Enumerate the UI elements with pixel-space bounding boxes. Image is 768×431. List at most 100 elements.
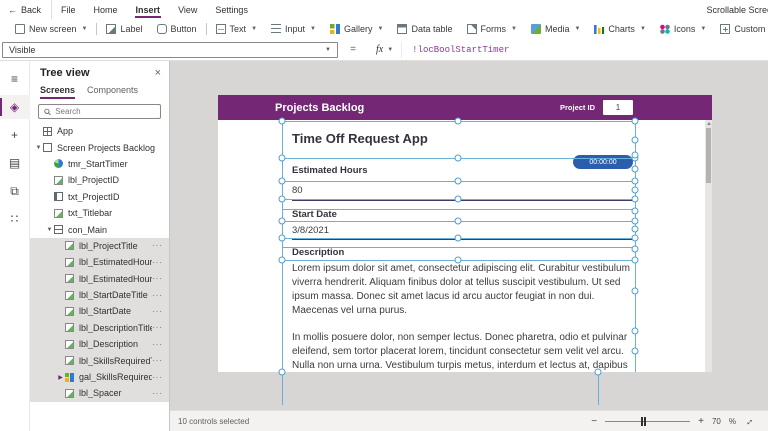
more-options-icon[interactable]: ··· [152,291,163,300]
selection-handle[interactable] [454,195,462,203]
more-options-icon[interactable]: ··· [152,241,163,250]
canvas-scrollbar[interactable] [705,120,712,372]
fx-dropdown[interactable]: fx ▼ [368,41,403,58]
selection-handle[interactable] [631,217,639,225]
selection-handle[interactable] [278,217,286,225]
selection-handle[interactable] [278,154,286,162]
zoom-in-button[interactable]: + [698,416,704,427]
zoom-slider-thumb[interactable] [640,416,646,426]
tree-item-lbl-descriptiontitle[interactable]: lbl_DescriptionTitle ··· [30,319,169,337]
estimated-hours-title-label[interactable]: Estimated Hours [292,165,368,176]
formula-input[interactable]: !locBoolStartTimer [402,45,768,55]
selection-handle[interactable] [454,117,462,125]
selection-handle[interactable] [631,287,639,295]
chevron-down-icon[interactable]: ▼ [45,227,54,233]
selection-handle[interactable] [278,234,286,242]
menu-item-view[interactable]: View [169,0,206,19]
selection-handle[interactable] [631,165,639,173]
selection-handle[interactable] [631,207,639,215]
estimated-hours-value-label[interactable]: 80 [292,185,303,196]
insert-plus-icon[interactable]: + [0,123,30,147]
project-id-input[interactable]: 1 [603,100,633,115]
tree-view-icon[interactable]: ◈ [0,95,30,119]
selection-handle[interactable] [454,234,462,242]
tree-item-app[interactable]: App [30,123,169,139]
selection-handle[interactable] [594,368,602,376]
hamburger-menu-icon[interactable]: ≡ [0,67,30,91]
menu-item-insert[interactable]: Insert [127,0,170,19]
chevron-right-icon[interactable]: ▶ [56,374,65,381]
selection-handle[interactable] [631,177,639,185]
selection-handle[interactable] [278,256,286,264]
data-sources-icon[interactable]: ▤ [0,151,30,175]
tree-item-txt-titlebar[interactable]: txt_Titlebar [30,205,169,221]
selection-handle[interactable] [631,117,639,125]
selection-handle[interactable] [631,136,639,144]
form-app-title-label[interactable]: Time Off Request App [292,131,428,146]
selection-handle[interactable] [631,151,639,159]
ribbon-item-forms[interactable]: Forms ▼ [460,19,524,39]
selection-handle[interactable] [454,217,462,225]
selection-handle[interactable] [454,154,462,162]
ribbon-item-gallery[interactable]: Gallery ▼ [323,19,390,39]
media-panel-icon[interactable]: ⧉ [0,179,30,203]
selection-handle[interactable] [631,195,639,203]
menu-item-settings[interactable]: Settings [206,0,257,19]
tree-item-lbl-projectid[interactable]: lbl_ProjectID [30,172,169,188]
ribbon-item-data-table[interactable]: Data table [390,19,459,39]
ribbon-item-label[interactable]: Label [99,19,149,39]
selection-handle[interactable] [278,195,286,203]
property-selector[interactable]: Visible ▼ [2,41,338,58]
ribbon-item-media[interactable]: Media ▼ [524,19,587,39]
start-date-title-label[interactable]: Start Date [292,209,337,220]
tree-item-lbl-startdatetitle[interactable]: lbl_StartDateTitle ··· [30,286,169,304]
tree-item-lbl-estimatedhourstitle[interactable]: lbl_EstimatedHoursTitle··· [30,254,169,271]
zoom-slider[interactable] [605,416,691,426]
more-options-icon[interactable]: ··· [152,258,163,267]
tab-screens[interactable]: Screens [40,85,76,99]
tree-item-lbl-estimatedhours[interactable]: lbl_EstimatedHours ··· [30,270,169,287]
tree-item-lbl-projecttitle[interactable]: lbl_ProjectTitle ··· [30,237,169,255]
scroll-up-icon[interactable] [706,122,711,125]
more-options-icon[interactable]: ··· [152,307,163,316]
ribbon-item-text[interactable]: Text ▼ [209,19,264,39]
more-options-icon[interactable]: ··· [152,356,163,365]
tree-item-lbl-spacer[interactable]: lbl_Spacer ··· [30,385,169,402]
more-options-icon[interactable]: ··· [152,373,163,382]
back-button[interactable]: ← Back [0,0,53,19]
tree-item-con-main[interactable]: ▼ con_Main [30,221,169,237]
start-date-value-label[interactable]: 3/8/2021 [292,225,329,236]
selection-handle[interactable] [278,117,286,125]
selection-handle[interactable] [631,347,639,355]
description-title-label[interactable]: Description [292,247,344,258]
selection-handle[interactable] [631,327,639,335]
search-input[interactable] [55,107,155,116]
close-icon[interactable]: × [155,67,161,79]
menu-item-file[interactable]: File [52,0,85,19]
tree-search-box[interactable] [38,104,161,119]
selection-handle[interactable] [631,256,639,264]
more-options-icon[interactable]: ··· [152,274,163,283]
menu-item-home[interactable]: Home [85,0,127,19]
selection-handle[interactable] [454,177,462,185]
selection-handle[interactable] [631,245,639,253]
tree-item-screen-projects-backlog[interactable]: ▼ Screen Projects Backlog [30,139,169,155]
tree-item-lbl-skillsrequiredtitle[interactable]: lbl_SkillsRequiredTitle··· [30,352,169,369]
more-options-icon[interactable]: ··· [152,323,163,332]
selection-handle[interactable] [454,256,462,264]
fit-to-window-icon[interactable]: ↔ [742,414,757,429]
ribbon-item-charts[interactable]: Charts ▼ [587,19,652,39]
scrollbar-thumb[interactable] [706,128,711,183]
tree-item-tmr-starttimer[interactable]: tmr_StartTimer [30,156,169,172]
selection-handle[interactable] [278,368,286,376]
selection-handle[interactable] [631,234,639,242]
description-text-label[interactable]: Lorem ipsum dolor sit amet, consectetur … [292,262,640,372]
tree-item-gal-skillsrequired[interactable]: ▶ gal_SkillsRequired ··· [30,368,169,386]
selection-handle[interactable] [631,186,639,194]
ribbon-item-button[interactable]: Button [150,19,204,39]
advanced-tools-icon[interactable]: ∷ [0,207,30,231]
ribbon-item-input[interactable]: Input ▼ [264,19,323,39]
ribbon-item-icons[interactable]: Icons ▼ [653,19,713,39]
ribbon-item-custom[interactable]: Custom▼ [713,19,768,39]
tab-components[interactable]: Components [87,85,138,99]
